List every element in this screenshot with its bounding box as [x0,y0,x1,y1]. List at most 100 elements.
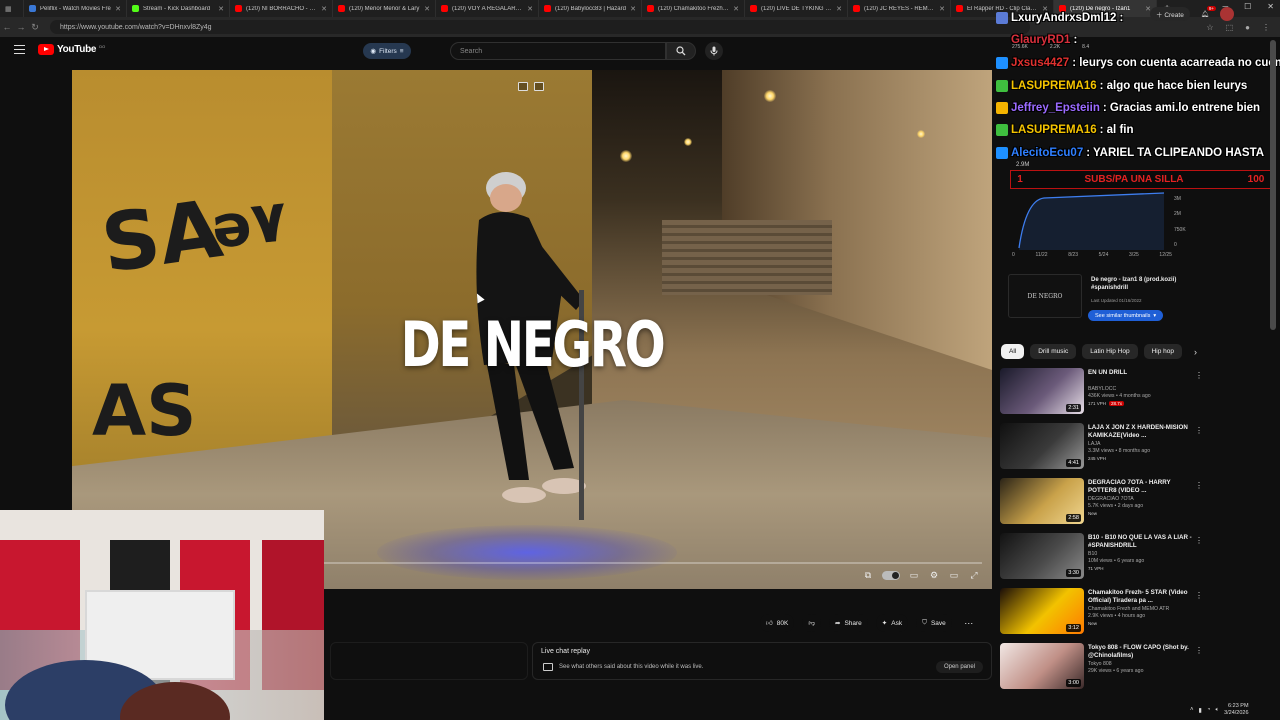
wifi-icon[interactable]: ◔ [1207,707,1211,713]
channel-name[interactable]: Chamakitoo Frezh and MEMO ATR [1088,606,1169,612]
tab-close-icon[interactable]: ✕ [630,5,636,13]
chat-username: Jeffrey_Epsteiin [1011,102,1100,114]
player-controls: ⧉ ▭ ⚙︎ ▭ ⤢ [838,564,986,586]
recommended-video[interactable]: 3:30 B10 - B10 NO QUE LA VAS A LIAR - #SP… [1000,531,1205,583]
chevron-right-icon[interactable]: › [1194,347,1197,357]
video-thumbnail[interactable]: 3:00 [1000,643,1084,689]
more-options-icon[interactable]: ⋮ [1195,591,1203,600]
url-field[interactable]: https://www.youtube.com/watch?v=DHnxvl8Z… [50,20,1030,34]
more-options-icon[interactable]: ⋮ [1195,481,1203,490]
filter-chip[interactable]: All [1001,344,1025,359]
filter-chip[interactable]: Drill music [1030,344,1077,359]
tab-close-icon[interactable]: ✕ [218,5,224,13]
tab-close-icon[interactable]: ✕ [939,5,945,13]
recommended-video[interactable]: 2:31 EN UN DRILL BABYLOCC 436K views • 4 mo… [1000,366,1205,418]
tab-close-icon[interactable]: ✕ [733,5,739,13]
street-lamp [917,130,925,138]
browser-tab[interactable]: (120) JC REYES - REMEDIO ✕ [848,0,951,17]
video-title[interactable]: LAJA X JON Z X HARDEN-MISION KAMIKAZE(Vi… [1088,424,1192,440]
video-thumbnail[interactable]: 4:41 [1000,423,1084,469]
youtube-logo[interactable]: YouTube DO [38,44,105,55]
video-title[interactable]: B10 - B10 NO QUE LA VAS A LIAR - #SPANIS… [1088,534,1192,550]
browser-tab[interactable]: (120) VOY A REGALAR ESTE ✕ [436,0,539,17]
recommended-video[interactable]: 4:41 LAJA X JON Z X HARDEN-MISION KAMIKAZ… [1000,421,1205,473]
open-panel-button[interactable]: Open panel [935,661,983,673]
info-card-icon[interactable] [518,82,528,91]
browser-tab[interactable]: Peliflix - Watch Movies Fre ✕ [24,0,127,17]
chevron-up-icon[interactable]: ˄ [1190,707,1194,713]
search-input[interactable]: Search [450,42,666,60]
channel-name[interactable]: BABYLOCC [1088,386,1116,392]
dislike-button[interactable]: 👎︎ [802,614,821,632]
recommended-video[interactable]: 2:58 DEGRACIAO 7OTA - HARRY POTTER8 (VIDE… [1000,476,1205,528]
screen: ▦ Peliflix - Watch Movies Fre ✕ Stream - K… [0,0,1280,720]
browser-tab[interactable]: (120) Chamakitoo Frezh- 5 ✕ [642,0,745,17]
autoplay-toggle[interactable] [882,570,900,580]
channel-name[interactable]: LAJA [1088,441,1100,447]
tab-close-icon[interactable]: ✕ [115,5,121,13]
more-options-icon[interactable]: ⋮ [1195,536,1203,545]
video-title[interactable]: Chamakitoo Frezh- 5 STAR (Video Official… [1088,589,1192,605]
recommended-video[interactable]: 3:12 Chamakitoo Frezh- 5 STAR (Video Offi… [1000,586,1205,638]
page-scrollbar[interactable] [1270,40,1276,330]
volume-icon[interactable]: 🔈︎ [1215,707,1219,714]
forward-icon[interactable]: → [14,22,28,32]
recommended-video[interactable]: 3:00 Tokyo 808 - FLOW CAPO (Shot by. @Chi… [1000,641,1205,693]
hamburger-menu-icon[interactable] [14,45,25,54]
fullscreen-icon[interactable]: ⤢ [968,569,980,581]
chat-username: LASUPREMA16 [1011,124,1097,136]
channel-name[interactable]: Tokyo 808 [1088,661,1112,667]
system-clock[interactable]: 6:23 PM 3/24/2026 [1224,703,1248,717]
like-button[interactable]: 👍︎ 80K [760,614,795,632]
more-actions-icon[interactable]: ⋯ [960,614,978,632]
voice-search-button[interactable] [705,42,723,60]
video-title[interactable]: DEGRACIAO 7OTA - HARRY POTTER8 (VIDEO ..… [1088,479,1192,495]
browser-tab[interactable]: (120) LIVE DE TYKING CON ✕ [745,0,848,17]
similar-video-title[interactable]: De negro - Izan1 8 (prod.kozii) #spanish… [1091,276,1201,292]
description-box[interactable] [330,642,528,680]
reload-icon[interactable]: ↻ [28,22,42,33]
filter-chip[interactable]: Hip hop [1143,344,1183,359]
tab-close-icon[interactable]: ✕ [321,5,327,13]
tab-close-icon[interactable]: ✕ [424,5,430,13]
video-title[interactable]: Tokyo 808 - FLOW CAPO (Shot by. @Chinola… [1088,644,1192,660]
browser-tab[interactable]: (120) Babylocc83 | Hazard ✕ [539,0,642,17]
ask-button[interactable]: ✦ Ask [875,614,909,632]
browser-tab-label: (120) Chamakitoo Frezh- 5 [658,5,730,12]
filters-button[interactable]: ◉ Filters ≡ [363,43,411,59]
filter-chip[interactable]: Latin Hip Hop [1082,344,1138,359]
video-thumbnail[interactable]: 3:30 [1000,533,1084,579]
channel-name[interactable]: DEGRACIAO 7OTA [1088,496,1134,502]
chart-x-tick-label: 8/23 [1068,252,1078,258]
settings-gear-icon[interactable]: ⚙︎ [928,569,940,581]
subtitles-icon[interactable]: ▭ [908,569,920,581]
save-button[interactable]: ⛉ Save [916,614,952,632]
more-options-icon[interactable]: ⋮ [1195,371,1203,380]
miniplayer-icon[interactable]: ⧉ [862,569,874,581]
tab-menu[interactable]: ▦ [0,0,24,17]
search-icon [676,46,686,56]
back-icon[interactable]: ← [0,22,14,32]
share-button[interactable]: ➦ Share [828,614,868,632]
similar-video-thumbnail[interactable]: DE NEGRO [1008,274,1082,318]
video-title[interactable]: EN UN DRILL [1088,369,1192,377]
video-thumbnail[interactable]: 3:12 [1000,588,1084,634]
battery-icon[interactable]: ▮ [1199,707,1202,714]
more-options-icon[interactable]: ⋮ [1195,646,1203,655]
theater-mode-icon[interactable]: ▭ [948,569,960,581]
see-similar-thumbnails-button[interactable]: See similar thumbnails ▾ [1088,310,1164,321]
video-thumbnail[interactable]: 2:31 [1000,368,1084,414]
channel-name[interactable]: B10 [1088,551,1097,557]
video-thumbnail[interactable]: 2:58 [1000,478,1084,524]
playlist-card-icon[interactable] [534,82,544,91]
browser-tab[interactable]: (120) NI BORRACHO - Que ✕ [230,0,333,17]
tab-close-icon[interactable]: ✕ [836,5,842,13]
browser-tab-label: Peliflix - Watch Movies Fre [40,5,111,12]
similar-video-card[interactable]: DE NEGRO De negro - Izan1 8 (prod.kozii)… [1008,274,1196,322]
chat-message-text: : Gracias ami.lo entrene bien [1102,102,1261,114]
browser-tab[interactable]: (120) Menor Menor & Lary ✕ [333,0,436,17]
more-options-icon[interactable]: ⋮ [1195,426,1203,435]
browser-tab[interactable]: Stream - Kick Dashboard ✕ [127,0,230,17]
tab-close-icon[interactable]: ✕ [527,5,533,13]
search-button[interactable] [666,42,696,60]
